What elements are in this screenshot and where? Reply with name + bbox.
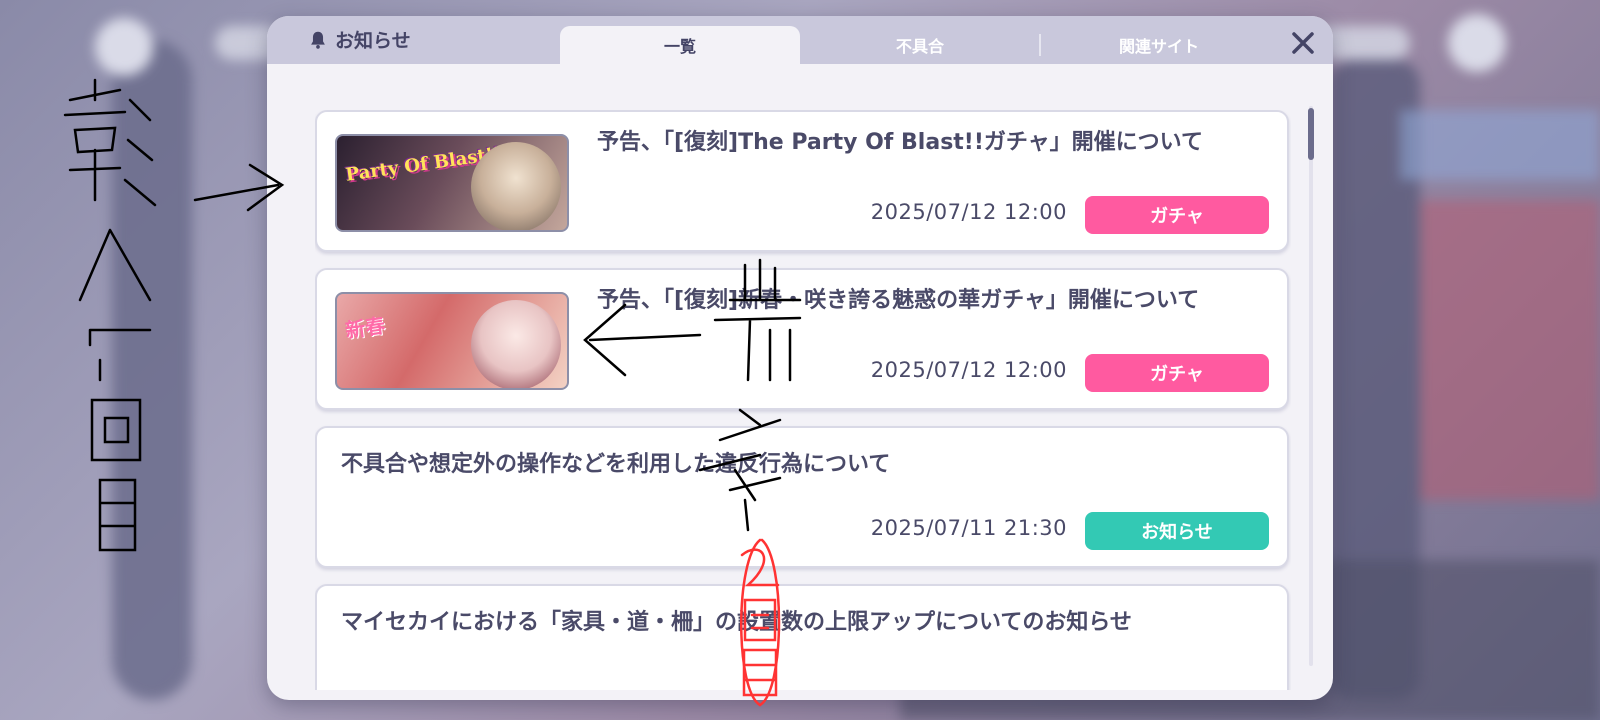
notice-title: マイセカイにおける「家具・道・柵」の設置数の上限アップについてのお知らせ — [341, 610, 1132, 635]
tab-bugs[interactable]: 不具合 — [800, 26, 1040, 64]
category-badge: お知らせ — [1085, 512, 1269, 550]
notice-dialog: お知らせ 一覧 不具合 関連サイト Party Of Blast!! 予告、「[… — [267, 16, 1333, 700]
notice-date: 2025/07/12 12:00 — [870, 200, 1067, 224]
category-badge: ガチャ — [1085, 196, 1269, 234]
notice-date: 2025/07/12 12:00 — [870, 358, 1067, 382]
tab-list-label: 一覧 — [663, 37, 696, 56]
tab-bugs-label: 不具合 — [895, 37, 944, 56]
tab-related-sites-label: 関連サイト — [1118, 37, 1199, 56]
notice-title: 予告、「[復刻]The Party Of Blast!!ガチャ」開催について — [597, 130, 1203, 155]
category-badge: ガチャ — [1085, 354, 1269, 392]
thumbnail-logo-text: 新春 — [343, 313, 387, 343]
thumbnail-character — [471, 300, 561, 388]
notice-title: 不具合や想定外の操作などを利用した違反行為について — [341, 452, 891, 477]
close-icon[interactable] — [1290, 30, 1316, 56]
notice-card[interactable]: 不具合や想定外の操作などを利用した違反行為について 2025/07/11 21:… — [315, 426, 1289, 568]
scrollbar-track[interactable] — [1309, 106, 1313, 666]
notice-card[interactable]: マイセカイにおける「家具・道・柵」の設置数の上限アップについてのお知らせ — [315, 584, 1289, 690]
tab-list[interactable]: 一覧 — [560, 26, 800, 64]
scrollbar-thumb[interactable] — [1308, 108, 1314, 160]
tab-related-sites[interactable]: 関連サイト — [1039, 26, 1279, 64]
dialog-title-text: お知らせ — [335, 30, 411, 52]
notice-list[interactable]: Party Of Blast!! 予告、「[復刻]The Party Of Bl… — [315, 110, 1291, 690]
notice-thumbnail: Party Of Blast!! — [335, 134, 569, 232]
notice-card[interactable]: 新春 予告、「[復刻]新春・咲き誇る魅惑の華ガチャ」開催について 2025/07… — [315, 268, 1289, 410]
notice-thumbnail: 新春 — [335, 292, 569, 390]
thumbnail-character — [471, 142, 561, 230]
notice-date: 2025/07/11 21:30 — [870, 516, 1067, 540]
dialog-title: お知らせ — [307, 26, 411, 53]
notice-card[interactable]: Party Of Blast!! 予告、「[復刻]The Party Of Bl… — [315, 110, 1289, 252]
dialog-header: お知らせ 一覧 不具合 関連サイト — [267, 16, 1333, 64]
notice-title: 予告、「[復刻]新春・咲き誇る魅惑の華ガチャ」開催について — [597, 288, 1200, 313]
bell-icon — [311, 31, 325, 49]
